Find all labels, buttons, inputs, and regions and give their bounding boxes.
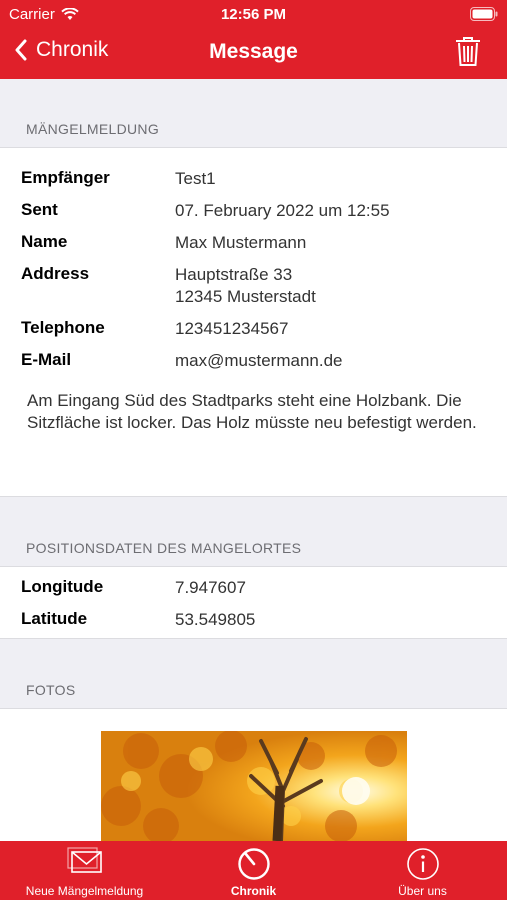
row-label: Latitude bbox=[21, 609, 88, 628]
row-label: Telephone bbox=[21, 318, 105, 337]
autumn-tree-image bbox=[101, 731, 407, 841]
mail-icon bbox=[66, 847, 102, 873]
navigation-header: Carrier 12:56 PM Chronik Message bbox=[0, 0, 507, 79]
row-value: Max Mustermann bbox=[175, 233, 307, 252]
trash-icon bbox=[456, 37, 480, 66]
section-header-photos: FOTOS bbox=[26, 682, 76, 698]
photos-card bbox=[0, 708, 507, 841]
row-label: Name bbox=[21, 232, 68, 251]
tab-history[interactable]: Chronik bbox=[169, 841, 338, 900]
row-value: Hauptstraße 33 12345 Musterstadt bbox=[175, 265, 316, 306]
clock-icon bbox=[237, 848, 270, 880]
info-icon bbox=[406, 848, 439, 880]
row-value: max@mustermann.de bbox=[175, 351, 343, 370]
report-description: Am Eingang Süd des Stadtparks steht eine… bbox=[27, 391, 477, 432]
navbar: Chronik Message bbox=[0, 30, 507, 74]
row-label: Empfänger bbox=[21, 168, 110, 187]
report-card: Empfänger Test1 Sent 07. February 2022 u… bbox=[0, 147, 507, 497]
battery-icon bbox=[470, 7, 498, 25]
row-value: Test1 bbox=[175, 169, 216, 188]
photo-thumbnail[interactable] bbox=[101, 731, 407, 841]
status-time: 12:56 PM bbox=[220, 6, 287, 23]
row-value: 07. February 2022 um 12:55 bbox=[175, 201, 390, 220]
row-value: 123451234567 bbox=[175, 319, 289, 338]
section-header-report: MÄNGELMELDUNG bbox=[26, 121, 160, 137]
row-label: E-Mail bbox=[21, 350, 72, 369]
page-title: Message bbox=[209, 40, 298, 63]
tab-label: Über uns bbox=[398, 884, 447, 898]
section-header-position: POSITIONSDATEN DES MANGELORTES bbox=[26, 540, 302, 556]
row-value: 53.549805 bbox=[175, 610, 256, 629]
row-value: 7.947607 bbox=[175, 578, 246, 597]
tab-about[interactable]: Über uns bbox=[338, 841, 507, 900]
message-detail[interactable]: MÄNGELMELDUNG Empfänger Test1 Sent 07. F… bbox=[0, 79, 507, 841]
row-label: Sent bbox=[21, 200, 58, 219]
delete-button[interactable] bbox=[455, 36, 481, 72]
row-label: Address bbox=[21, 264, 90, 283]
tab-label: Chronik bbox=[230, 884, 277, 898]
row-label: Longitude bbox=[21, 577, 104, 596]
tab-bar: Neue Mängelmeldung Chronik Über uns bbox=[0, 841, 507, 900]
tab-new-report[interactable]: Neue Mängelmeldung bbox=[0, 841, 169, 900]
status-bar: Carrier 12:56 PM bbox=[0, 0, 507, 28]
tab-label: Neue Mängelmeldung bbox=[25, 884, 144, 898]
position-card: Longitude 7.947607 Latitude 53.549805 bbox=[0, 566, 507, 639]
